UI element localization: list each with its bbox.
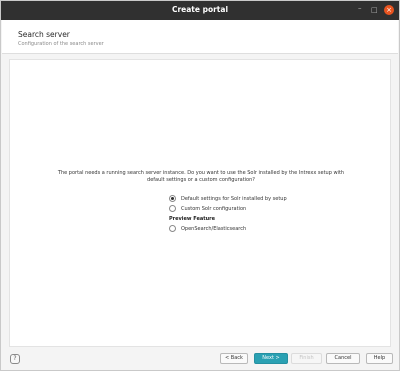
maximize-icon[interactable]: □ (371, 6, 378, 14)
cancel-button[interactable]: Cancel (326, 353, 360, 364)
help-button[interactable]: Help (366, 353, 393, 364)
minimize-icon[interactable]: – (358, 4, 362, 12)
wizard-footer: ? < Back Next > Finish Cancel Help (2, 347, 400, 371)
window-title: Create portal (171, 5, 229, 14)
page-subtitle: Configuration of the search server (18, 41, 104, 47)
option-custom-solr[interactable]: Custom Solr configuration (169, 204, 287, 213)
option-default-solr-label: Default settings for Solr installed by s… (181, 195, 287, 202)
back-button[interactable]: < Back (220, 353, 248, 364)
finish-button[interactable]: Finish (291, 353, 322, 364)
option-opensearch-label: OpenSearch/Elasticsearch (181, 225, 247, 232)
option-default-solr[interactable]: Default settings for Solr installed by s… (169, 194, 287, 203)
wizard-content: The portal needs a running search server… (9, 59, 391, 347)
help-icon[interactable]: ? (10, 354, 20, 364)
radio-custom-solr[interactable] (169, 205, 176, 212)
intro-line-1: The portal needs a running search server… (57, 170, 345, 176)
radio-default-solr[interactable] (169, 195, 176, 202)
create-portal-window: Create portal – □ × Search server Config… (0, 0, 400, 371)
close-icon[interactable]: × (384, 5, 394, 15)
wizard-header: Search server Configuration of the searc… (2, 20, 398, 54)
option-custom-solr-label: Custom Solr configuration (181, 205, 247, 212)
page-title: Search server (18, 30, 70, 39)
search-server-options: Default settings for Solr installed by s… (169, 194, 287, 234)
option-opensearch[interactable]: OpenSearch/Elasticsearch (169, 224, 287, 233)
radio-opensearch[interactable] (169, 225, 176, 232)
title-bar[interactable]: Create portal – □ × (1, 1, 399, 20)
preview-feature-heading: Preview Feature (169, 216, 216, 222)
intro-text: The portal needs a running search server… (20, 170, 382, 184)
intro-line-2: default settings or a custom configurati… (147, 177, 255, 183)
next-button[interactable]: Next > (254, 353, 288, 364)
